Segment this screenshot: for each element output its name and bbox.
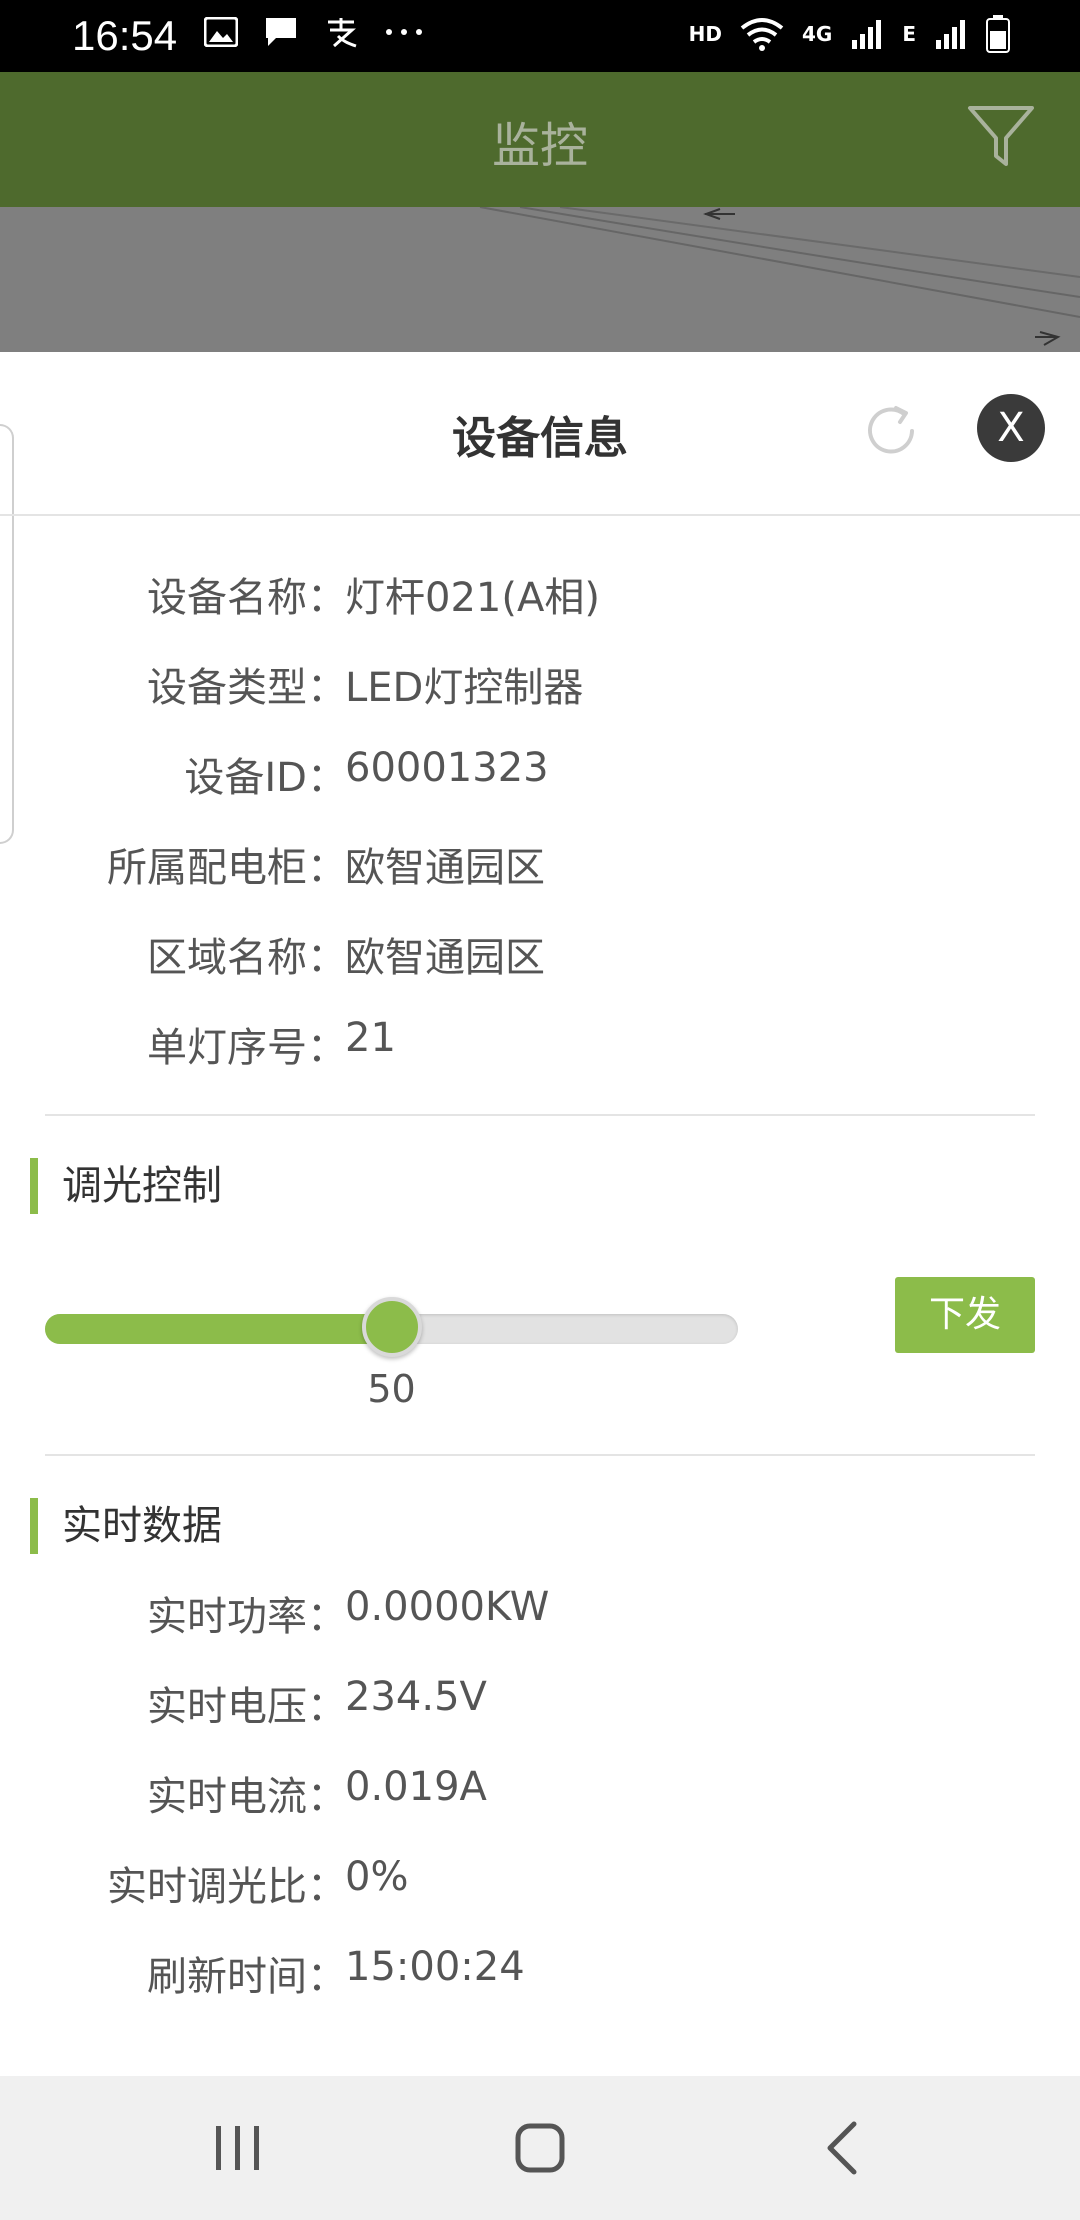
- info-label: 所属配电柜：: [107, 845, 347, 891]
- e-label: E: [902, 22, 916, 46]
- divider: [45, 1114, 1035, 1116]
- map-roads: [479, 206, 1080, 346]
- recents-icon[interactable]: [198, 2116, 278, 2180]
- info-value: 0.0000KW: [345, 1584, 550, 1630]
- info-row-dimming-ratio: 实时调光比： 0%: [0, 1854, 1080, 1914]
- hd-icon: HD: [688, 22, 722, 46]
- home-icon[interactable]: [500, 2116, 580, 2180]
- info-label: 实时电压：: [147, 1684, 347, 1730]
- section-title-realtime: 实时数据: [30, 1498, 222, 1554]
- sheet-header: 设备信息 X: [0, 352, 1080, 516]
- e-signal-icon: [936, 20, 965, 49]
- info-value: 0.019A: [345, 1764, 487, 1810]
- info-label: 单灯序号：: [147, 1025, 347, 1071]
- info-label: 实时功率：: [147, 1594, 347, 1640]
- page-title: 监控: [491, 118, 588, 174]
- info-row-area: 区域名称： 欧智通园区: [0, 925, 1080, 985]
- close-button[interactable]: X: [977, 394, 1045, 462]
- info-row-current: 实时电流： 0.019A: [0, 1764, 1080, 1824]
- dimming-slider-thumb[interactable]: [361, 1297, 422, 1357]
- back-icon[interactable]: [802, 2116, 882, 2180]
- wifi-icon: [740, 18, 784, 51]
- filter-icon[interactable]: [966, 100, 1036, 170]
- divider: [45, 1454, 1035, 1456]
- info-value: 60001323: [345, 745, 549, 791]
- info-label: 设备名称：: [147, 575, 347, 621]
- info-label: 实时电流：: [147, 1774, 347, 1820]
- info-value: 21: [345, 1015, 396, 1061]
- info-row-power: 实时功率： 0.0000KW: [0, 1584, 1080, 1644]
- info-value: 0%: [345, 1854, 409, 1900]
- dimming-value: 50: [367, 1367, 416, 1411]
- info-label: 设备类型：: [147, 665, 347, 711]
- map-backdrop[interactable]: [0, 206, 1080, 352]
- refresh-icon[interactable]: [862, 402, 920, 460]
- battery-icon: [986, 15, 1010, 53]
- info-row-lamp-index: 单灯序号： 21: [0, 1015, 1080, 1075]
- status-bar: 16:54 HD 4G E: [0, 0, 1080, 72]
- 4g-signal-icon: [852, 20, 882, 49]
- device-info-sheet: 设备信息 X 设备名称： 灯杆021(A相) 设备类型： LED灯控制器 设备I…: [0, 352, 1080, 2076]
- info-row-device-type: 设备类型： LED灯控制器: [0, 655, 1080, 715]
- info-row-refresh-time: 刷新时间： 15:00:24: [0, 1944, 1080, 2004]
- image-icon: [204, 17, 238, 47]
- info-row-voltage: 实时电压： 234.5V: [0, 1674, 1080, 1734]
- info-value: 欧智通园区: [345, 845, 545, 891]
- info-label: 实时调光比：: [107, 1864, 347, 1910]
- send-button[interactable]: 下发: [895, 1277, 1035, 1353]
- dimming-slider-fill: [45, 1314, 392, 1344]
- info-row-device-id: 设备ID： 60001323: [0, 745, 1080, 805]
- info-label: 刷新时间：: [147, 1954, 347, 2000]
- info-value: 234.5V: [345, 1674, 487, 1720]
- app-header: 监控: [0, 72, 1080, 207]
- section-title-dimming: 调光控制: [30, 1158, 222, 1214]
- status-time: 16:54: [72, 12, 178, 59]
- info-row-cabinet: 所属配电柜： 欧智通园区: [0, 835, 1080, 895]
- info-label: 设备ID：: [184, 755, 347, 801]
- info-label: 区域名称：: [147, 935, 347, 981]
- 4g-label: 4G: [801, 22, 833, 46]
- more-icon: [386, 29, 422, 35]
- info-value: 灯杆021(A相): [345, 575, 600, 621]
- info-value: 15:00:24: [345, 1944, 525, 1990]
- info-row-device-name: 设备名称： 灯杆021(A相): [0, 565, 1080, 625]
- alipay-icon: [328, 18, 357, 48]
- navigation-bar: [0, 2076, 1080, 2220]
- info-value: LED灯控制器: [345, 665, 584, 711]
- info-value: 欧智通园区: [345, 935, 545, 981]
- message-icon: [266, 18, 296, 46]
